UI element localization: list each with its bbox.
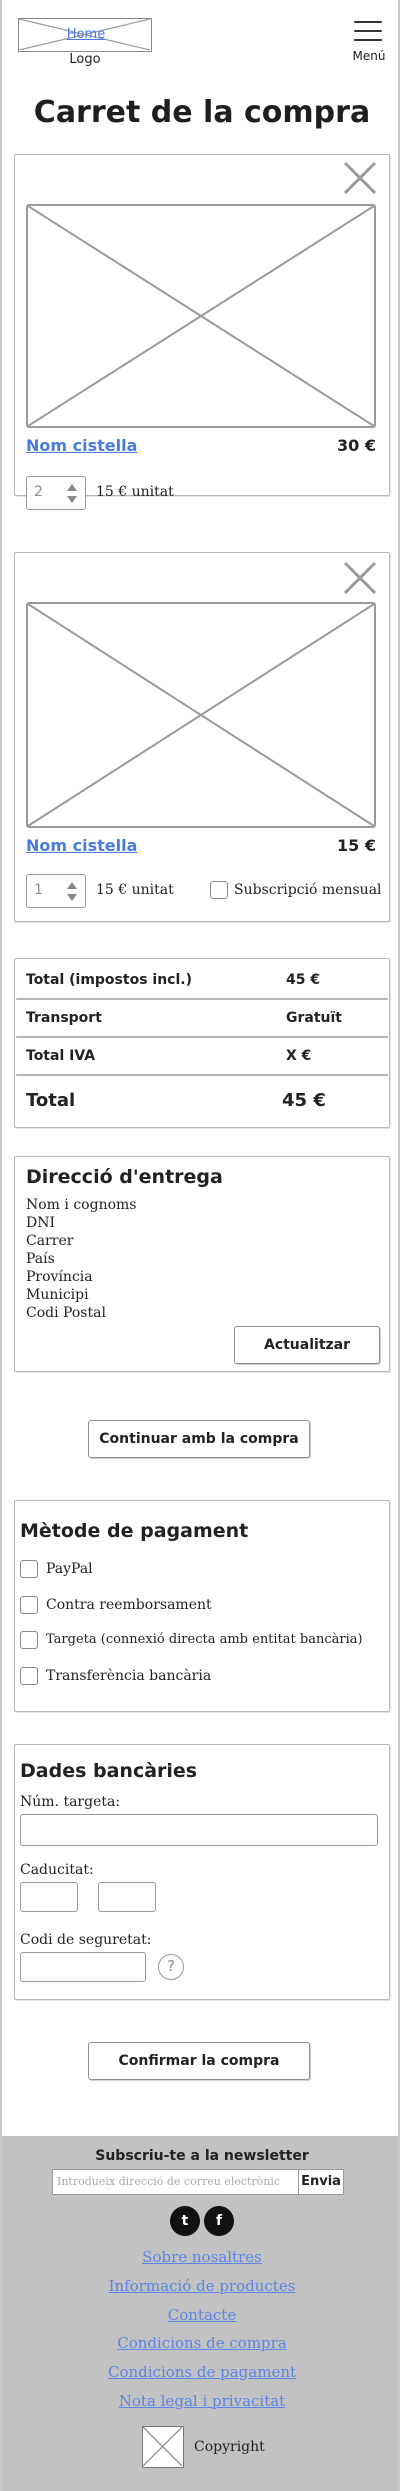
address-line: País <box>26 1251 55 1267</box>
decrement-icon[interactable] <box>67 496 77 503</box>
increment-icon[interactable] <box>67 484 77 491</box>
address-title: Direcció d'entrega <box>26 1166 223 1188</box>
address-line: Província <box>26 1269 93 1285</box>
bank-title: Dades bancàries <box>20 1760 198 1782</box>
newsletter-title: Subscriu-te a la newsletter <box>95 2148 309 2164</box>
expiry-month-field[interactable] <box>20 1882 78 1912</box>
facebook-icon[interactable]: f <box>204 2206 234 2236</box>
totals-label: Total IVA <box>26 1048 96 1064</box>
payment-option-label: PayPal <box>46 1561 93 1577</box>
twitter-icon[interactable]: t <box>170 2206 200 2236</box>
payment-option-label: Transferència bancària <box>46 1668 212 1684</box>
continue-purchase-button[interactable]: Continuar amb la compra <box>88 1420 310 1458</box>
unit-price: 15 € unitat <box>96 882 174 898</box>
totals-value: X € <box>286 1048 312 1064</box>
subscription-label: Subscripció mensual <box>234 882 382 898</box>
footer-link-product-info[interactable]: Informació de productes <box>2 2277 398 2295</box>
hamburger-menu-icon[interactable] <box>354 21 382 45</box>
footer-link-contact[interactable]: Contacte <box>2 2306 398 2324</box>
payment-option-label: Targeta (connexió directa amb entitat ba… <box>46 1632 363 1647</box>
divider <box>16 1036 388 1038</box>
product-price: 15 € <box>337 836 376 855</box>
card-number-field[interactable] <box>20 1814 378 1846</box>
divider <box>16 998 388 1000</box>
newsletter-email-input[interactable]: Introdueix direcció de correu electrònic <box>52 2169 298 2195</box>
address-line: Municipi <box>26 1287 89 1303</box>
footer-link-purchase-terms[interactable]: Condicions de compra <box>2 2334 398 2352</box>
quantity-stepper[interactable]: 1 <box>26 874 86 908</box>
grand-total-value: 45 € <box>282 1090 326 1111</box>
logo-placeholder[interactable]: Home <box>18 18 152 52</box>
totals-label: Total (impostos incl.) <box>26 972 192 988</box>
product-image <box>26 204 376 428</box>
update-address-button[interactable]: Actualitzar <box>234 1326 380 1364</box>
decrement-icon[interactable] <box>67 894 77 901</box>
address-line: DNI <box>26 1215 56 1231</box>
product-image <box>26 602 376 828</box>
expiry-label: Caducitat: <box>20 1862 94 1878</box>
footer-link-legal[interactable]: Nota legal i privacitat <box>2 2392 398 2410</box>
home-link[interactable]: Home <box>19 27 153 42</box>
address-line: Carrer <box>26 1233 74 1249</box>
security-code-label: Codi de seguretat: <box>20 1932 152 1948</box>
bank-transfer-checkbox[interactable] <box>20 1667 38 1685</box>
unit-price: 15 € unitat <box>96 484 174 500</box>
totals-value: Gratuït <box>286 1010 342 1026</box>
page-title: Carret de la compra <box>33 95 371 130</box>
address-line: Codi Postal <box>26 1305 106 1321</box>
payment-option-label: Contra reemborsament <box>46 1597 212 1613</box>
logo-label: Logo <box>69 52 101 67</box>
card-checkbox[interactable] <box>20 1631 38 1649</box>
payment-title: Mètode de pagament <box>20 1520 249 1542</box>
page: Home Logo Menú Carret de la compra Nom c… <box>0 0 400 2491</box>
card-number-label: Núm. targeta: <box>20 1794 121 1810</box>
cash-on-delivery-checkbox[interactable] <box>20 1596 38 1614</box>
help-icon[interactable]: ? <box>158 1954 184 1980</box>
close-icon[interactable] <box>342 160 378 196</box>
quantity-value: 1 <box>34 882 43 898</box>
security-code-field[interactable] <box>20 1952 146 1982</box>
grand-total-label: Total <box>26 1090 76 1111</box>
increment-icon[interactable] <box>67 882 77 889</box>
image-placeholder-icon <box>28 604 374 826</box>
address-line: Nom i cognoms <box>26 1197 137 1213</box>
footer-link-about[interactable]: Sobre nosaltres <box>2 2248 398 2266</box>
image-placeholder-icon <box>142 2426 183 2467</box>
quantity-stepper[interactable]: 2 <box>26 476 86 510</box>
totals-value: 45 € <box>286 972 321 988</box>
paypal-checkbox[interactable] <box>20 1560 38 1578</box>
product-name-link[interactable]: Nom cistella <box>26 836 137 855</box>
expiry-year-field[interactable] <box>98 1882 156 1912</box>
totals-label: Transport <box>26 1010 102 1026</box>
menu-label[interactable]: Menú <box>348 49 390 63</box>
close-icon[interactable] <box>342 560 378 596</box>
subscription-checkbox[interactable] <box>210 881 228 899</box>
footer-link-payment-terms[interactable]: Condicions de pagament <box>2 2363 398 2381</box>
image-placeholder-icon <box>28 206 374 426</box>
copyright-text: Copyright <box>194 2439 265 2455</box>
copyright-image <box>142 2426 184 2468</box>
divider <box>16 1074 388 1076</box>
product-price: 30 € <box>337 436 376 455</box>
quantity-value: 2 <box>34 484 43 500</box>
product-name-link[interactable]: Nom cistella <box>26 436 137 455</box>
confirm-purchase-button[interactable]: Confirmar la compra <box>88 2042 310 2080</box>
newsletter-submit-button[interactable]: Envia <box>298 2169 344 2195</box>
